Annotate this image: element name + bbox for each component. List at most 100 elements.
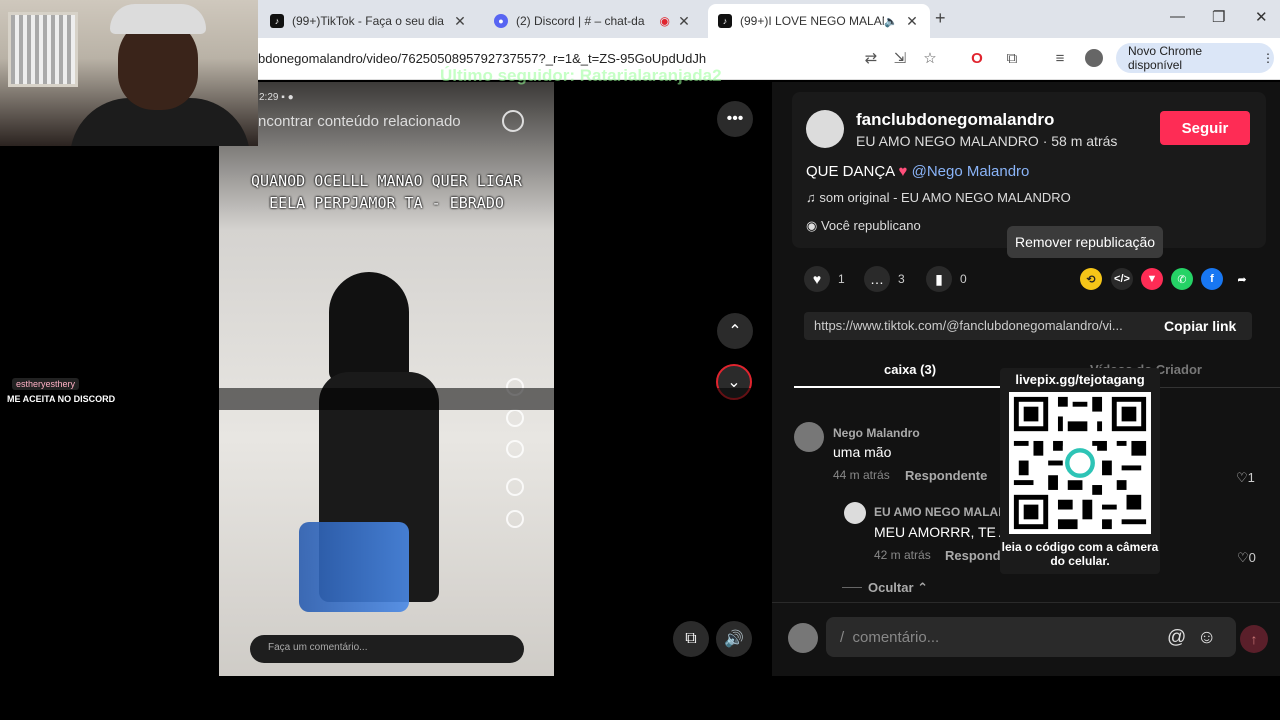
translate-icon[interactable]: ⇄ [861,49,881,69]
qr-instructions: leia o código com a câmera do celular. [1001,540,1159,568]
avatar [788,623,818,653]
chevron-up-icon: ⌃ [917,580,929,595]
heart-emoji-icon: ♥ [898,163,908,180]
comment-author[interactable]: Nego Malandro [833,426,920,440]
author-name[interactable]: fanclubdonegomalandro [856,110,1054,130]
tab-discord[interactable]: ● (2) Discord | # – chat-da ◉ ✕ [484,4,702,38]
emoji-icon[interactable]: ☺ [1197,627,1216,649]
tab-title: (2) Discord | # – chat-da [516,14,645,28]
active-tab-underline [794,386,1034,388]
hide-label: Ocultar [868,580,914,595]
webcam-window [8,12,78,87]
tab-tiktok-video[interactable]: ♪ (99+)I LOVE NEGO MALANI 🔈 ✕ [708,4,930,38]
video-subject-hair [329,272,409,382]
maximize-icon[interactable]: ❐ [1212,8,1225,26]
save-count: 0 [960,272,967,286]
profile-avatar[interactable] [1085,49,1103,67]
share-arrow-icon[interactable]: ➦ [1231,268,1253,290]
new-tab-button[interactable]: + [935,8,946,29]
repost-avatar-icon: ◉ [806,218,821,233]
comment-author[interactable]: EU AMO NEGO MALAI [874,505,1002,519]
music-note-icon: ♫ [806,190,820,205]
comment-like[interactable]: ♡0 [1237,550,1256,566]
opera-icon[interactable]: O [967,49,987,69]
close-icon[interactable]: ✕ [452,13,468,30]
repost-status: ◉ Você republicano [806,218,921,234]
close-icon[interactable]: ✕ [904,13,920,30]
comment-text: MEU AMORRR, TE A [874,524,1009,540]
comment-like[interactable]: ♡1 [1236,470,1255,486]
reply-button[interactable]: Respond [945,548,1001,563]
description-text: QUE DANÇA [806,163,895,180]
embed-icon[interactable]: </> [1111,268,1133,290]
author-subtitle: EU AMO NEGO MALANDRO · 58 m atrás [856,133,1118,149]
facebook-icon[interactable]: f [1201,268,1223,290]
repost-icon[interactable]: ⟲ [1080,268,1102,290]
bottom-bar [0,676,1280,720]
like-action[interactable]: ♥ 1 [804,266,845,292]
gift-icon [506,510,524,528]
follow-button[interactable]: Seguir [1160,111,1250,145]
more-options-button[interactable]: ••• [717,101,753,137]
webcam-overlay [0,0,258,146]
minimize-icon[interactable]: — [1170,8,1185,25]
chrome-update-button[interactable]: Novo Chrome disponível ⋮ [1116,43,1274,73]
comment-action[interactable]: … 3 [864,266,905,292]
comment-icon [506,409,524,427]
avatar[interactable] [844,502,866,524]
chat-strip [0,388,895,410]
reply-button[interactable]: Respondente [905,468,987,483]
video-player[interactable]: 2:29 ▪ ● QUANOD OCELLL MANAO QUER LIGAR … [219,82,554,676]
share-link[interactable]: https://www.tiktok.com/@fanclubdonegomal… [814,318,1150,333]
audio-icon[interactable]: 🔈 [884,15,898,28]
copy-link-button[interactable]: Copiar link [1164,318,1236,334]
media-icon[interactable]: ≡ [1050,49,1070,69]
tab-title: (99+)I LOVE NEGO MALANI [740,14,885,28]
webcam-person-cap [110,4,206,34]
post-comment-button[interactable]: ↑ [1240,625,1268,653]
close-icon[interactable]: ✕ [676,13,692,30]
share-icon [506,478,524,496]
install-icon[interactable]: ⇲ [890,49,910,69]
volume-icon[interactable]: 🔊 [716,621,752,657]
mention-icon[interactable]: @ [1167,627,1186,649]
share-link-row: https://www.tiktok.com/@fanclubdonegomal… [804,312,1252,340]
chat-message: ME ACEITA NO DISCORD [7,394,116,404]
video-subject-legs [299,522,409,612]
tab-comments[interactable]: caixa (3) [884,362,936,377]
star-icon[interactable]: ☆ [920,49,940,69]
sound-label: som original - EU AMO NEGO MALANDRO [819,190,1071,205]
comment-text: uma mão [833,444,892,460]
remove-repost-tooltip: Remover republicação [1007,226,1164,258]
discord-icon: ● [494,14,508,28]
avatar[interactable] [806,110,844,148]
heart-icon: ♡ [1236,470,1248,485]
bookmark-icon [506,440,524,458]
comment-time: 44 m atrás [833,468,890,482]
hide-replies-button[interactable]: Ocultar ⌃ [868,580,928,596]
sound-link[interactable]: ♫ som original - EU AMO NEGO MALANDRO [806,190,1071,205]
related-content-search[interactable]: ncontrar conteúdo relacionado [258,113,461,130]
bookmark-icon: ▮ [926,266,952,292]
video-comment-box: Faça um comentário... [250,635,524,663]
tiktok-icon: ♪ [270,14,284,28]
tab-title: (99+)TikTok - Faça o seu dia [292,14,444,28]
more-icon: ⋮ [1262,51,1274,65]
livepix-qr-overlay: livepix.gg/tejotagang leia o código com … [1000,368,1160,574]
comment-icon: … [864,266,890,292]
url-field[interactable]: bdonegomalandro/video/762505089579273755… [258,51,706,66]
qr-title: livepix.gg/tejotagang [1015,372,1145,387]
avatar[interactable] [794,422,824,452]
search-icon[interactable] [502,110,524,132]
pip-icon[interactable]: ⧉ [673,621,709,657]
extensions-icon[interactable]: ⧉ [1002,49,1022,69]
window-close-icon[interactable]: ✕ [1255,8,1268,26]
like-count: 1 [838,272,845,286]
whatsapp-icon[interactable]: ✆ [1171,268,1193,290]
tab-tiktok-home[interactable]: ♪ (99+)TikTok - Faça o seu dia ✕ [260,4,478,38]
divider [842,587,862,588]
mention-link[interactable]: @Nego Malandro [912,163,1030,180]
send-icon[interactable]: ▼ [1141,268,1163,290]
save-action[interactable]: ▮ 0 [926,266,967,292]
previous-video-button[interactable]: ⌃ [717,313,753,349]
